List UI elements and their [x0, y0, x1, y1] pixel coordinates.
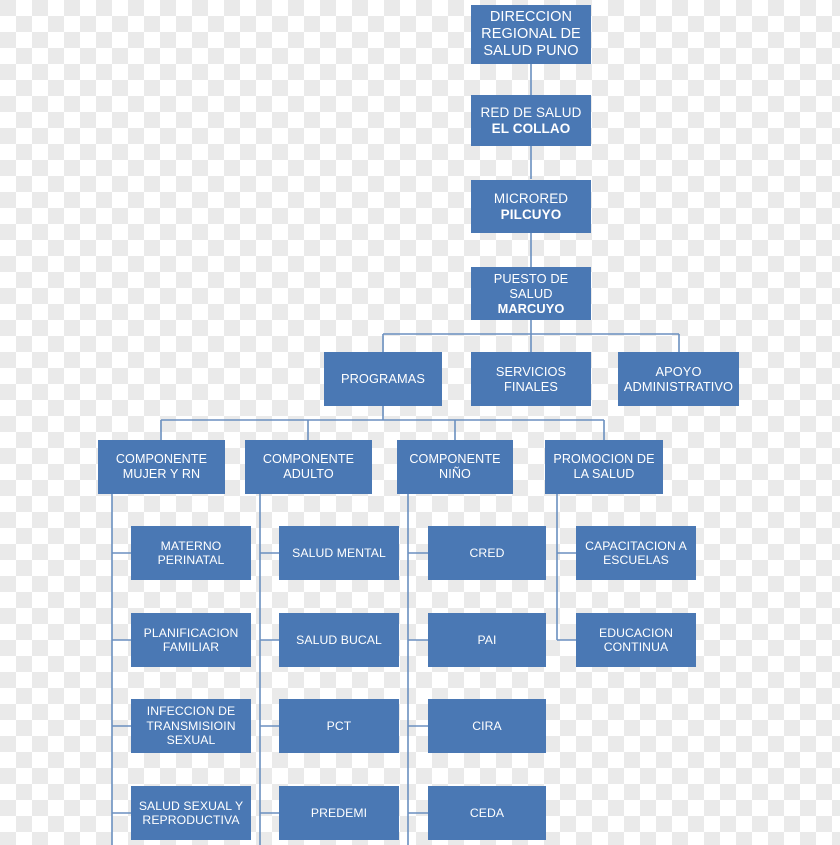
node-salud-sexual-y-reproductiva[interactable]: SALUD SEXUAL Y REPRODUCTIVA [131, 786, 251, 840]
node-line: MATERNO [160, 538, 222, 553]
node-componente-adulto[interactable]: COMPONENTE ADULTO [245, 440, 372, 494]
node-predemi[interactable]: PREDEMI [279, 786, 399, 840]
node-line: ADMINISTRATIVO [623, 379, 734, 394]
node-capacitacion-a-escuelas[interactable]: CAPACITACION A ESCUELAS [576, 526, 696, 580]
node-line: REPRODUCTIVA [142, 813, 240, 827]
node-line: CEDA [469, 805, 505, 820]
node-promocion-de-la-salud[interactable]: PROMOCION DE LA SALUD [545, 440, 663, 494]
node-salud-mental[interactable]: SALUD MENTAL [279, 526, 399, 580]
node-line: PCT [326, 718, 352, 733]
node-pai[interactable]: PAI [428, 613, 546, 667]
node-line: REGIONAL DE [481, 25, 581, 42]
node-educacion-continua[interactable]: EDUCACION CONTINUA [576, 613, 696, 667]
node-apoyo-administrativo[interactable]: APOYO ADMINISTRATIVO [618, 352, 739, 406]
node-line: DIRECCION [489, 8, 573, 25]
node-line: ADULTO [283, 467, 334, 481]
node-line: EDUCACION [598, 625, 674, 640]
node-line: PAI [477, 632, 497, 647]
node-ceda[interactable]: CEDA [428, 786, 546, 840]
node-line: EL COLLAO [491, 120, 571, 136]
node-line: FINALES [503, 379, 559, 394]
node-red-de-salud-el-collao[interactable]: RED DE SALUD EL COLLAO [471, 95, 591, 146]
node-line: SERVICIOS [495, 363, 567, 379]
node-line: MARCUYO [497, 301, 565, 317]
node-line: SALUD BUCAL [296, 632, 382, 647]
node-line: PLANIFICACION [143, 625, 239, 640]
node-line: SALUD PUNO [483, 43, 579, 60]
node-line: LA SALUD [573, 467, 635, 481]
node-infeccion-transmision-sexual[interactable]: INFECCION DE TRANSMISIOIN SEXUAL [131, 699, 251, 753]
connector-lines [111, 64, 680, 845]
node-line: SALUD MENTAL [292, 545, 386, 560]
org-chart: DIRECCION REGIONAL DE SALUD PUNO RED DE … [0, 0, 840, 845]
node-line: ESCUELAS [603, 553, 669, 567]
node-planificacion-familiar[interactable]: PLANIFICACION FAMILIAR [131, 613, 251, 667]
node-componente-mujer-y-rn[interactable]: COMPONENTE MUJER Y RN [98, 440, 225, 494]
node-line: TRANSMISIOIN [146, 718, 236, 733]
node-line: CONTINUA [603, 640, 669, 654]
node-line: PROMOCION DE [553, 452, 655, 467]
node-line: NIÑO [439, 467, 471, 481]
node-salud-bucal[interactable]: SALUD BUCAL [279, 613, 399, 667]
node-line: MUJER Y RN [122, 467, 201, 481]
node-line: APOYO [655, 363, 702, 379]
node-line: COMPONENTE [262, 452, 355, 467]
node-pct[interactable]: PCT [279, 699, 399, 753]
node-cred[interactable]: CRED [428, 526, 546, 580]
node-line: CIRA [472, 718, 502, 733]
node-componente-nino[interactable]: COMPONENTE NIÑO [397, 440, 513, 494]
node-line: PERINATAL [157, 553, 225, 567]
node-line: CAPACITACION A [585, 538, 687, 553]
node-materno-perinatal[interactable]: MATERNO PERINATAL [131, 526, 251, 580]
node-programas[interactable]: PROGRAMAS [324, 352, 442, 406]
node-line: MICRORED [493, 190, 569, 206]
node-line: PROGRAMAS [340, 371, 426, 387]
node-puesto-de-salud-marcuyo[interactable]: PUESTO DE SALUD MARCUYO [471, 267, 591, 320]
node-line: PUESTO DE SALUD [493, 270, 569, 301]
node-line: COMPONENTE [115, 452, 208, 467]
node-line: SEXUAL [166, 733, 216, 748]
node-line: SALUD SEXUAL Y [138, 798, 244, 813]
node-line: PREDEMI [310, 805, 368, 820]
node-line: PILCUYO [500, 206, 562, 222]
node-cira[interactable]: CIRA [428, 699, 546, 753]
node-line: INFECCION DE [146, 704, 236, 719]
node-line: CRED [469, 545, 505, 560]
node-line: COMPONENTE [409, 452, 501, 467]
node-line: RED DE SALUD [480, 104, 582, 120]
node-microred-pilcuyo[interactable]: MICRORED PILCUYO [471, 180, 591, 233]
node-servicios-finales[interactable]: SERVICIOS FINALES [471, 352, 591, 406]
node-direccion-regional-salud-puno[interactable]: DIRECCION REGIONAL DE SALUD PUNO [471, 5, 591, 64]
node-line: FAMILIAR [162, 640, 220, 654]
